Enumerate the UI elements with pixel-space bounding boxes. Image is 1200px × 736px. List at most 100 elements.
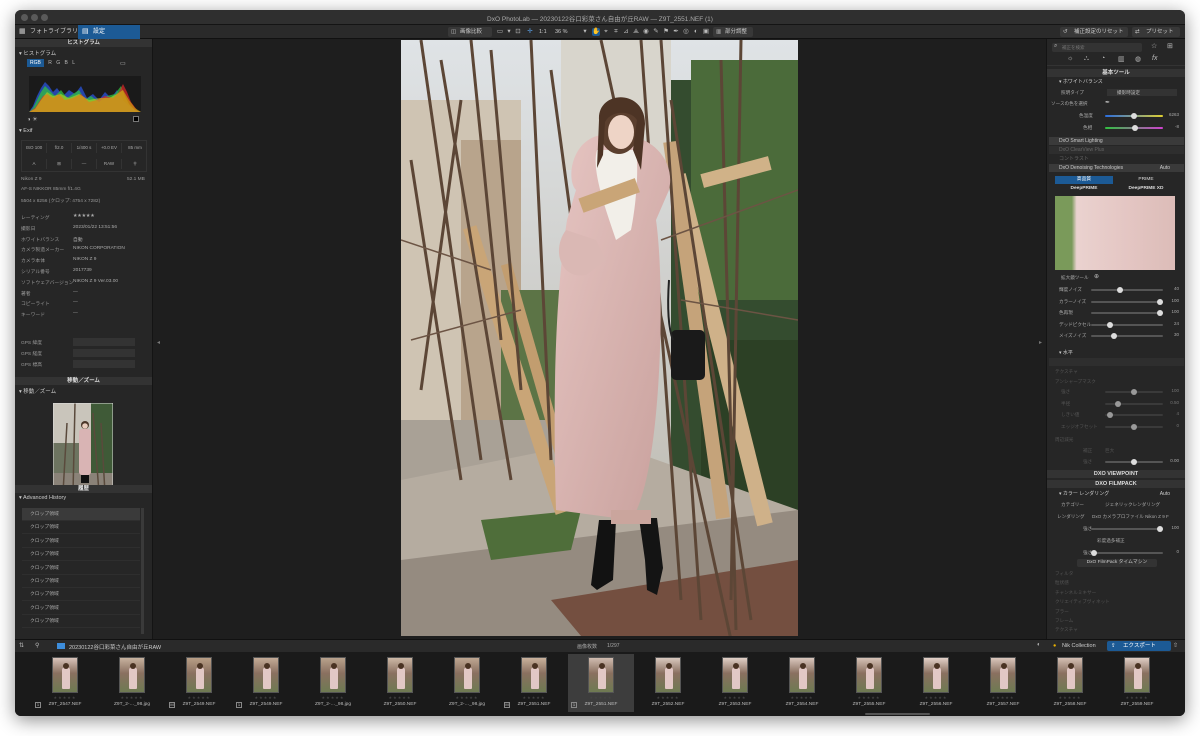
nik-button[interactable]: ● Nik Collection [1051, 642, 1107, 651]
filmpack-tool[interactable]: ブラー [1055, 609, 1069, 615]
thumb-rating[interactable]: ★★★★★ [434, 695, 500, 700]
thumb-image[interactable] [52, 657, 78, 693]
vig-strength-slider[interactable] [1105, 459, 1163, 465]
image-viewer[interactable]: ◂ ▸ [153, 39, 1046, 639]
history-scrollbar[interactable] [141, 508, 144, 634]
thumb-image[interactable] [1057, 657, 1083, 693]
thumb-image[interactable] [387, 657, 413, 693]
tint-knob[interactable] [1132, 125, 1138, 131]
thumb-image[interactable] [119, 657, 145, 693]
noise-slider[interactable] [1091, 333, 1163, 339]
history-item[interactable]: クロップ領域 [22, 588, 140, 602]
usm-slider[interactable] [1105, 400, 1163, 407]
meta-value[interactable]: ★★★★★ [73, 214, 95, 219]
noise-slider-value[interactable]: 100 [1163, 298, 1179, 303]
eye-icon[interactable]: ◎ [682, 28, 690, 36]
overlay-icon[interactable]: ▣ [702, 28, 710, 36]
usm-slider-knob[interactable] [1131, 389, 1137, 395]
detail-icon[interactable]: ◔ [1101, 55, 1105, 62]
tint-value[interactable]: -8 [1163, 124, 1179, 129]
effects-icon[interactable]: ◍ [1135, 55, 1141, 63]
channel-rgb[interactable]: RGB [27, 59, 44, 67]
preset-button[interactable]: ⇄ プリセット [1132, 27, 1180, 37]
thumb-rating[interactable]: ★★★★★ [166, 695, 232, 700]
fit-icon[interactable]: ⊡ [514, 28, 522, 36]
color-icon[interactable]: ⛬ [1084, 55, 1089, 63]
usm-slider[interactable] [1105, 389, 1163, 395]
nav-panel-header[interactable]: 移動／ズーム [15, 377, 152, 385]
filmstrip-thumb[interactable]: ★★★★★ Z9T_2554.NEF [769, 654, 835, 712]
wb-type-select[interactable]: 撮影時設定 [1107, 89, 1177, 96]
temp-slider[interactable] [1105, 113, 1163, 119]
viewpoint-header[interactable]: DXO VIEWPOINT [1047, 470, 1185, 478]
share-icon[interactable]: ⇧ [1173, 642, 1178, 649]
tab-customize[interactable]: ▤ 設定 [78, 25, 140, 39]
history-item[interactable]: クロップ領域 [22, 602, 140, 615]
export-button[interactable]: ⇪ エクスポート [1107, 641, 1171, 651]
thumb-image[interactable] [1124, 657, 1150, 693]
tab-photo-library[interactable]: ▦ フォトライブラリ [15, 25, 78, 39]
fx-icon[interactable]: fx [1152, 55, 1157, 62]
vignetting-band[interactable] [1049, 358, 1184, 366]
usm-slider-value[interactable]: 100 [1163, 388, 1179, 393]
vignette-tool[interactable]: 周辺減光 [1055, 437, 1073, 443]
filmpack-tool[interactable]: テクスチャ [1055, 627, 1078, 633]
noise-slider-value[interactable]: 40 [1163, 286, 1179, 291]
color-render-band[interactable]: ▾ カラー レンダリング Auto [1049, 490, 1184, 498]
filmstrip-thumb[interactable]: ★★★★★ Z9T_2555.NEF [836, 654, 902, 712]
usm-tool[interactable]: アンシャープマスク [1055, 379, 1096, 385]
light-icon[interactable]: ☼ [1067, 55, 1073, 62]
thumb-rating[interactable]: ★★★★★ [300, 695, 366, 700]
perspective-icon[interactable]: ⟁ [632, 28, 640, 36]
vig-strength-knob[interactable] [1131, 459, 1137, 465]
thumb-rating[interactable]: ★★★★★ [501, 695, 567, 700]
noise-slider[interactable] [1091, 287, 1163, 293]
denoise-preview[interactable] [1055, 196, 1175, 270]
thumb-rating[interactable]: ★★★★★ [903, 695, 969, 700]
channel-r[interactable]: R [48, 60, 52, 66]
render-strength-slider[interactable] [1091, 526, 1163, 532]
history-item[interactable]: クロップ領域 [22, 508, 140, 521]
noise-slider-value[interactable]: 30 [1163, 332, 1179, 337]
timemachine-button[interactable]: DxO FilmPack タイムマシン [1077, 559, 1157, 567]
target-icon[interactable]: ⊕ [1094, 273, 1099, 280]
filmstrip-thumb[interactable]: ★★★★★ 1 Z9T_2547.NEF [32, 654, 98, 712]
denoise-mode[interactable]: Auto [1160, 164, 1170, 172]
filmstrip-thumb[interactable]: ★★★★★ M Z9T_2551.NEF [501, 654, 567, 712]
filmstrip-thumb[interactable]: ★★★★★ Z9T_2559.NEF [1104, 654, 1170, 712]
thumb-rating[interactable]: ★★★★★ [32, 695, 98, 700]
history-item[interactable]: クロップ領域 [22, 562, 140, 575]
noise-slider-knob[interactable] [1117, 287, 1124, 293]
filmstrip-thumb[interactable]: ★★★★★ Z9T_2556.NEF [903, 654, 969, 712]
one-to-one-button[interactable]: 1:1 [535, 27, 551, 37]
thumb-rating[interactable]: ★★★★★ [836, 695, 902, 700]
chevron-down-icon[interactable]: ▾ [505, 28, 513, 36]
filmstrip-thumb[interactable]: ★★★★★ 1 Z9T_2551.NEF [568, 654, 634, 712]
filmstrip-thumb[interactable]: ★★★★★ Z9T_2552.NEF [635, 654, 701, 712]
usm-slider-value[interactable]: 0 [1163, 423, 1179, 428]
thumb-rating[interactable]: ★★★★★ [702, 695, 768, 700]
usm-slider-knob[interactable] [1107, 412, 1114, 418]
main-photo[interactable] [401, 40, 798, 636]
filter-icon[interactable]: ⚲ [35, 642, 39, 649]
filmstrip-thumb[interactable]: ★★★★★ Z9T_2550.NEF [367, 654, 433, 712]
straighten-icon[interactable]: ⊿ [622, 28, 630, 36]
history-item[interactable]: クロップ領域 [22, 521, 140, 535]
folder-name[interactable]: 20230122谷口彩菜さん自由が丘RAW [69, 643, 161, 651]
filmpack-tool[interactable]: チャンネルミキサー [1055, 590, 1096, 596]
navigator-thumbnail[interactable] [53, 403, 113, 493]
flag-icon[interactable]: ⚑ [662, 28, 670, 36]
render-select[interactable]: DxO カメラプロファイル Nikon Z 9 F [1092, 514, 1169, 520]
collapse-left-icon[interactable]: ◂ [157, 339, 160, 346]
thumb-image[interactable] [923, 657, 949, 693]
filmstrip-thumb[interactable]: ★★★★★ Z9T_2-…_98.jpg [434, 654, 500, 712]
star-icon[interactable]: ☆ [1151, 42, 1157, 50]
usm-slider-value[interactable]: 0.50 [1163, 400, 1179, 405]
usm-slider[interactable] [1105, 423, 1163, 430]
histogram-panel-header[interactable]: ヒストグラム [15, 39, 152, 47]
thumb-image[interactable] [320, 657, 346, 693]
filmpack-tool[interactable]: フレーム [1055, 618, 1073, 624]
filmstrip-thumb[interactable]: ★★★★★ Z9T_2553.NEF [702, 654, 768, 712]
thumb-image[interactable] [856, 657, 882, 693]
thumb-rating[interactable]: ★★★★★ [233, 695, 299, 700]
